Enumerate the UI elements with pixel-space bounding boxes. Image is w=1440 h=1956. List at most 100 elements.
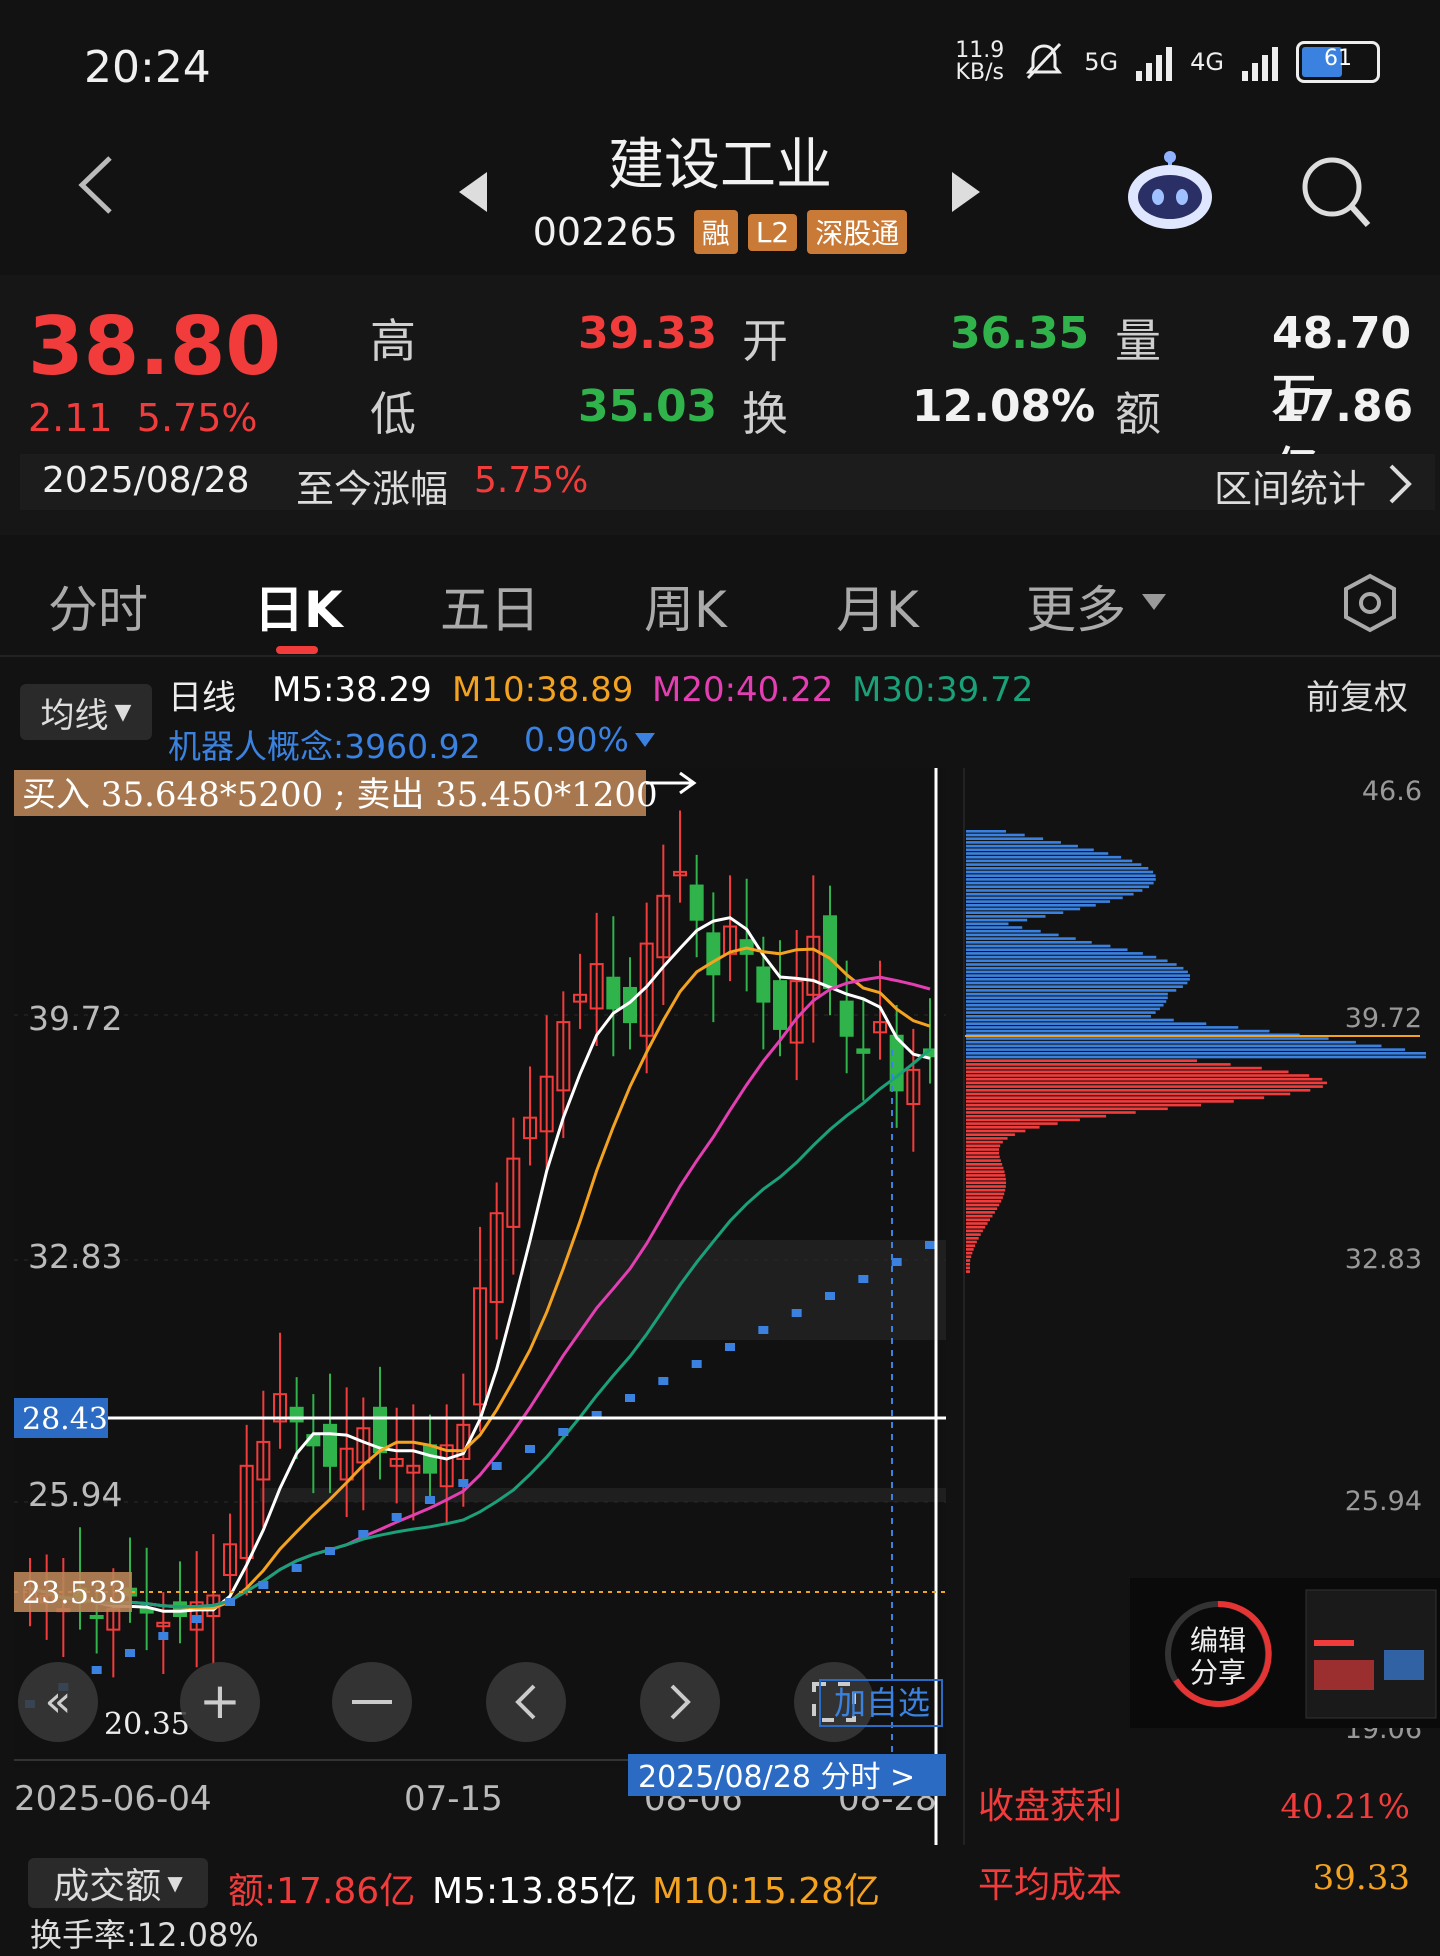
chip-bar [966, 1048, 1406, 1051]
next-stock-icon[interactable] [950, 170, 984, 214]
legend-m30: M30:39.72 [852, 670, 1034, 710]
price-change: 2.11 5.75% [28, 396, 258, 440]
search-icon[interactable] [1300, 155, 1372, 231]
badge-connect: 深股通 [807, 210, 908, 254]
high-value: 39.33 [578, 308, 718, 359]
chip-bar [966, 1018, 1174, 1022]
chip-bar [966, 1037, 1329, 1040]
chip-bar [966, 1137, 1008, 1140]
battery-icon: 61 [1296, 41, 1380, 83]
settings-icon[interactable] [1340, 572, 1400, 634]
zoom-out-button[interactable] [332, 1662, 412, 1742]
chip-bar [966, 992, 1168, 996]
chip-bar [966, 1077, 1323, 1081]
chip-bar [966, 1070, 1289, 1074]
zoom-out-fast-button[interactable]: « [18, 1662, 98, 1742]
trade-note: 买入 35.648*5200 ; 卖出 35.450*1200 [22, 775, 658, 815]
chip-bar [966, 1040, 1356, 1044]
y-tick: 32.83 [28, 1237, 122, 1276]
signal-5g-icon [1136, 43, 1173, 81]
chip-bar [966, 1262, 970, 1266]
chip-bar [966, 1044, 1382, 1048]
candle-body [173, 1601, 187, 1617]
chip-bar [966, 974, 1191, 977]
chip-bar [966, 855, 1122, 859]
concept-point [791, 1309, 802, 1317]
chip-bar [966, 1052, 1426, 1055]
zoom-in-button[interactable]: + [180, 1662, 260, 1742]
chip-bar [966, 867, 1149, 870]
tab-daily-k[interactable]: 日K [254, 570, 343, 642]
since-pct: 5.75% [474, 460, 589, 501]
concept-point [325, 1547, 335, 1555]
chip-bar [966, 1229, 983, 1233]
cost-label: 23.533 [22, 1576, 127, 1611]
chip-bar [966, 1166, 1004, 1170]
chip-bar [966, 904, 1096, 907]
status-icons: 11.9 KB/s 5G 4G 61 [955, 40, 1380, 84]
concept-point [358, 1530, 369, 1538]
add-watch-button[interactable]: 加自选 [834, 1684, 930, 1722]
last-price: 38.80 [28, 300, 282, 393]
robot-assistant-icon[interactable] [1125, 145, 1215, 235]
chip-bar [966, 1270, 970, 1273]
chip-bar [966, 881, 1154, 885]
adjust-mode[interactable]: 前复权 [1306, 670, 1408, 719]
chip-bar [966, 1259, 971, 1262]
concept-point [891, 1258, 902, 1266]
chip-bar [966, 1029, 1270, 1033]
tab-intraday[interactable]: 分时 [48, 570, 148, 642]
range-stats-button[interactable]: 区间统计 [1214, 458, 1366, 513]
tab-five-day[interactable]: 五日 [440, 570, 540, 642]
chip-bar [966, 1155, 1000, 1159]
concept-point [858, 1275, 869, 1283]
scroll-right-button[interactable] [640, 1662, 720, 1742]
concept-point [425, 1496, 435, 1504]
divider [0, 655, 1440, 657]
x-label: 07-15 [404, 1779, 503, 1819]
tab-monthly-k[interactable]: 月K [836, 570, 919, 642]
volume-m5: M5:13.85亿 [432, 1871, 638, 1912]
chip-bar [966, 1266, 970, 1270]
chip-bar [966, 1122, 1058, 1125]
chip-bar [966, 1207, 998, 1210]
chip-bar [966, 830, 1006, 833]
tab-more[interactable]: 更多 [1026, 570, 1126, 642]
chip-bar [966, 918, 1028, 922]
since-label: 至今涨幅 [296, 467, 449, 511]
profit-value: 40.21% [1280, 1787, 1410, 1827]
concept-point [191, 1615, 202, 1623]
chip-bar [966, 1007, 1160, 1011]
volume-indicator-select[interactable]: 成交额 ▼ [28, 1858, 208, 1908]
concept-dropdown-icon[interactable] [634, 732, 656, 748]
candle-body [839, 1000, 854, 1037]
concept-point [558, 1428, 569, 1436]
scroll-left-button[interactable] [486, 1662, 566, 1742]
indicator-select[interactable]: 均线 ▼ [20, 684, 152, 740]
right-tick: 39.72 [1345, 1003, 1422, 1034]
chip-bar [966, 1133, 1015, 1136]
chip-bar [966, 1144, 1001, 1148]
cursor-date[interactable]: 2025/08/28 分时 > [638, 1760, 915, 1795]
concept-point [125, 1649, 135, 1657]
share-title[interactable]: 编辑 [1190, 1624, 1246, 1657]
badge-l2: L2 [747, 213, 798, 251]
chip-bar [966, 1092, 1291, 1096]
chip-bar [966, 1177, 1006, 1181]
chip-bar [966, 970, 1188, 974]
chip-bar [966, 1237, 979, 1240]
chip-bar [966, 837, 1044, 840]
chip-bar [966, 978, 1190, 981]
chip-bar [966, 955, 1157, 959]
chip-bar [966, 870, 1154, 874]
legend-m20: M20:40.22 [652, 670, 834, 710]
share-subtitle[interactable]: 分享 [1190, 1656, 1246, 1689]
chevron-right-icon [1389, 464, 1412, 504]
chip-bar [966, 1081, 1327, 1085]
tab-weekly-k[interactable]: 周K [644, 570, 727, 642]
concept-point [291, 1564, 302, 1572]
kline-chart[interactable]: 39.72 32.83 25.94 46.6 39.72 32.83 25.94… [0, 760, 1440, 1845]
chip-bar [966, 1248, 974, 1251]
chip-bar [966, 1055, 1426, 1059]
chip-bar [966, 966, 1184, 970]
